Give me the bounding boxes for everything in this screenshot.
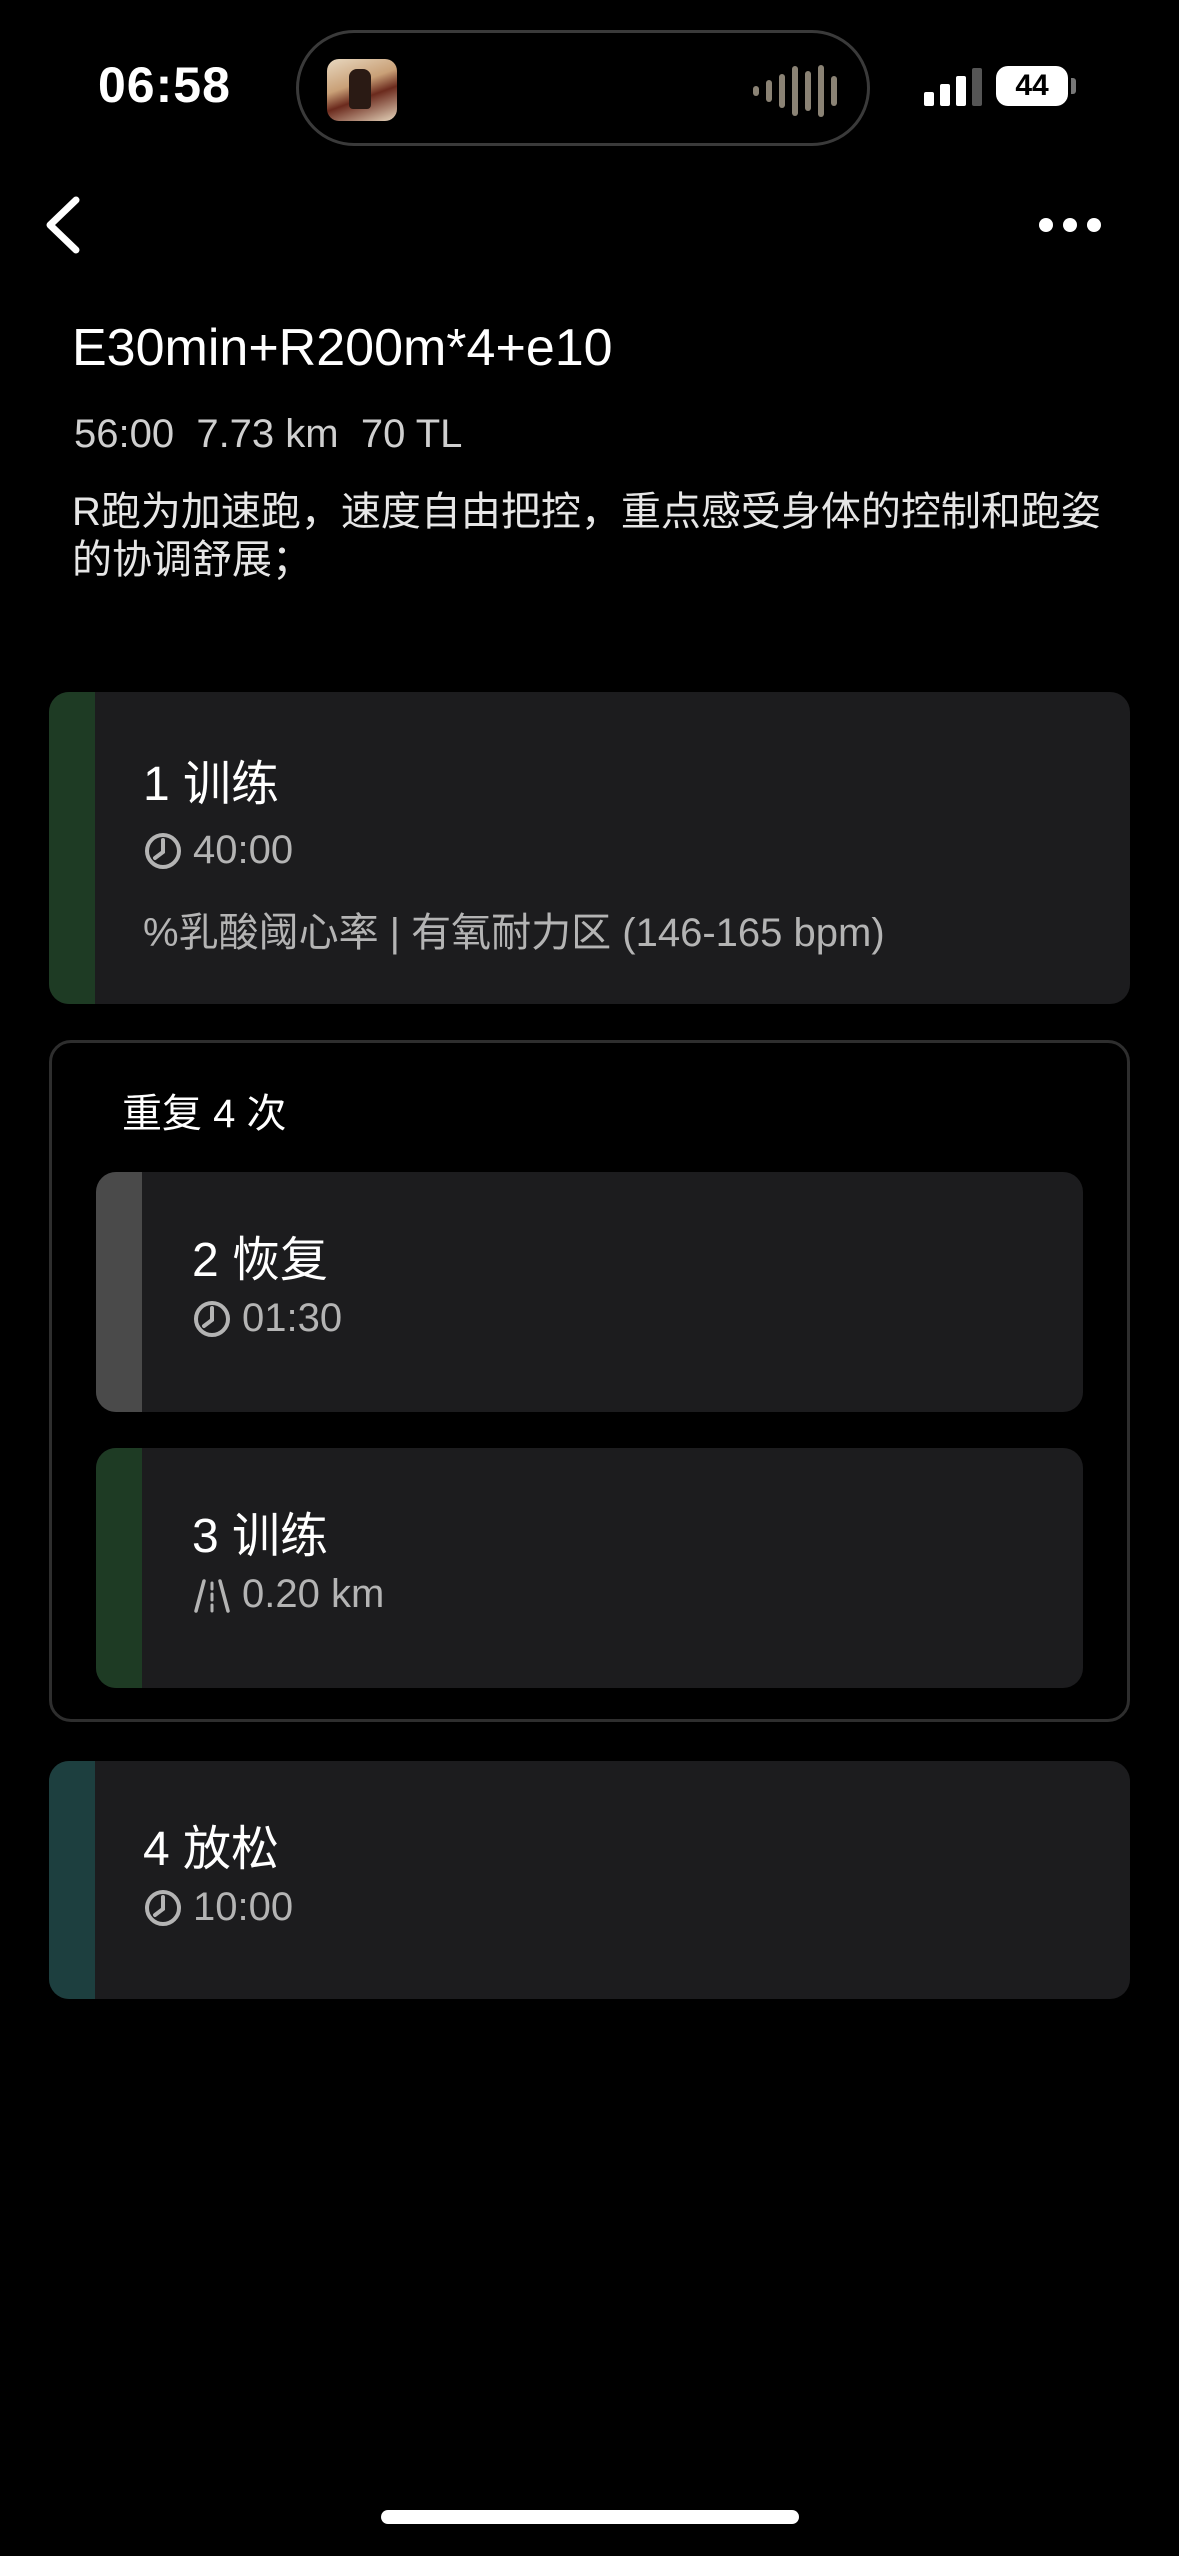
step-card-4[interactable]: 4 放松 10:00: [49, 1761, 1130, 1999]
back-button[interactable]: [36, 190, 96, 260]
step-distance: 0.20 km: [192, 1572, 384, 1617]
more-horizontal-icon: [1039, 218, 1101, 232]
step-color-bar: [49, 1761, 95, 1999]
now-playing-artwork: [327, 59, 397, 121]
road-icon: [194, 1578, 230, 1613]
step-color-bar: [96, 1172, 142, 1412]
duration-value: 01:30: [242, 1296, 343, 1340]
status-time: 06:58: [98, 57, 231, 113]
battery-indicator: 44: [996, 66, 1068, 106]
home-indicator[interactable]: [381, 2510, 799, 2524]
more-options-button[interactable]: [1030, 200, 1110, 250]
battery-tip: [1071, 78, 1076, 94]
workout-stats: 56:00 7.73 km 70 TL: [74, 412, 463, 456]
clock-icon: [145, 832, 181, 869]
step-duration: 01:30: [192, 1296, 342, 1341]
clock-icon: [145, 1889, 181, 1926]
repeat-group: 重复 4 次 2 恢复 01:30 3 训练 0.20 km: [49, 1040, 1130, 1722]
chevron-left-icon: [46, 196, 80, 254]
step-duration: 10:00: [143, 1885, 293, 1930]
step-card-1[interactable]: 1 训练 40:00 %乳酸阈心率 | 有氧耐力区 (146-165 bpm): [49, 692, 1130, 1004]
step-color-bar: [96, 1448, 142, 1688]
dynamic-island[interactable]: [296, 30, 870, 146]
heart-rate-zone: %乳酸阈心率 | 有氧耐力区 (146-165 bpm): [143, 911, 885, 955]
repeat-label: 重复 4 次: [122, 1092, 287, 1136]
step-title: 3 训练: [192, 1510, 329, 1563]
distance-value: 0.20 km: [242, 1572, 385, 1616]
duration-value: 40:00: [193, 828, 294, 872]
audio-waveform-icon: [753, 65, 837, 117]
step-title: 2 恢复: [192, 1234, 329, 1287]
step-color-bar: [49, 692, 95, 1004]
cellular-signal-icon: [924, 66, 982, 106]
workout-title: E30min+R200m*4+e10: [72, 319, 613, 377]
step-card-3[interactable]: 3 训练 0.20 km: [96, 1448, 1083, 1688]
step-duration: 40:00: [143, 828, 293, 873]
step-card-2[interactable]: 2 恢复 01:30: [96, 1172, 1083, 1412]
duration-value: 10:00: [193, 1885, 294, 1929]
clock-icon: [194, 1300, 230, 1337]
step-title: 4 放松: [143, 1823, 280, 1876]
step-title: 1 训练: [143, 758, 280, 811]
workout-description: R跑为加速跑，速度自由把控，重点感受身体的控制和跑姿的协调舒展；: [72, 490, 1101, 582]
